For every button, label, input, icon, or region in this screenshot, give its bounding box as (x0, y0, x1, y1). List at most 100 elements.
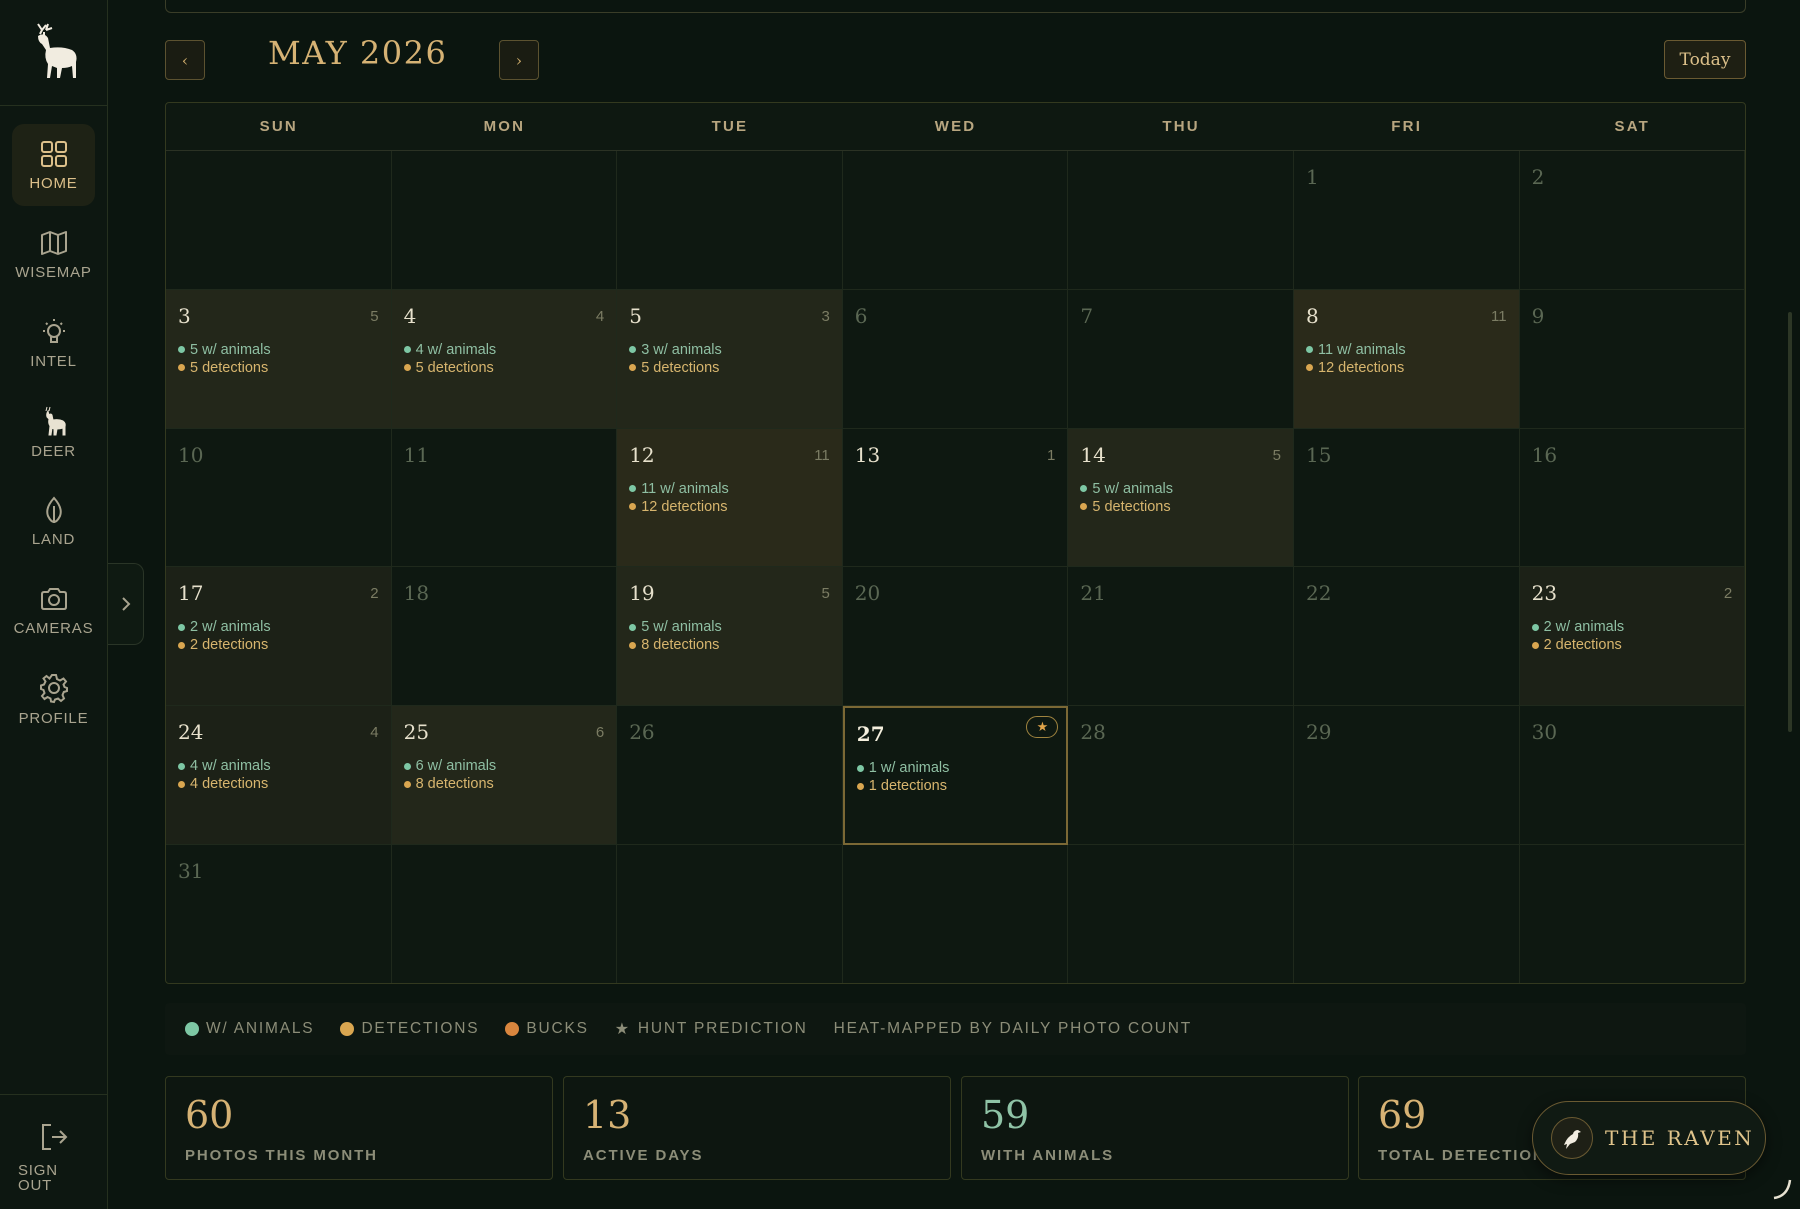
top-panel-edge (165, 0, 1746, 13)
animals-dot-icon (178, 762, 185, 770)
calendar-day-19[interactable]: 19 5 5 w/ animals 8 detections (617, 567, 843, 707)
sidebar-item-wisemap[interactable]: WISEMAP (12, 213, 95, 295)
detections-dot-icon (403, 780, 411, 788)
calendar-day-empty (1068, 845, 1294, 983)
calendar-day-7[interactable]: 7 (1068, 289, 1294, 429)
detections-dot-icon (629, 503, 637, 511)
photo-count: 6 (595, 724, 605, 742)
calendar-day-1[interactable]: 1 (1294, 151, 1520, 290)
day-number: 24 (178, 720, 204, 745)
animals-stat-text: 5 w/ animals (190, 341, 271, 358)
calendar-day-10[interactable]: 10 (166, 428, 392, 568)
sign-out-icon (42, 1124, 68, 1150)
day-number: 11 (403, 442, 430, 467)
animals-stat-text: 5 w/ animals (1092, 480, 1173, 497)
calendar-day-15[interactable]: 15 (1294, 428, 1520, 568)
stat-label: PHOTOS THIS MONTH (185, 1147, 378, 1164)
animals-stat: 11 w/ animals (629, 481, 729, 497)
calendar-day-24[interactable]: 24 4 4 w/ animals 4 detections (166, 706, 392, 845)
calendar-day-12[interactable]: 12 11 11 w/ animals 12 detections (617, 428, 843, 568)
detections-stat-text: 12 detections (641, 498, 728, 515)
calendar-day-11[interactable]: 11 (391, 428, 618, 568)
animals-stat-text: 4 w/ animals (415, 341, 497, 358)
day-number: 10 (178, 442, 204, 467)
day-number: 31 (178, 859, 204, 883)
day-number: 30 (1531, 720, 1558, 745)
stat-value: 13 (583, 1093, 632, 1137)
scrollbar[interactable] (1788, 312, 1792, 732)
deer-logo[interactable] (0, 0, 108, 106)
weekday-header: SUN MON TUE WED THU FRI SAT (166, 103, 1745, 151)
calendar-day-2[interactable]: 2 (1519, 151, 1745, 290)
weekday-label: WED (934, 118, 977, 135)
calendar-day-31[interactable]: 31 (166, 845, 392, 983)
calendar-day-30[interactable]: 30 (1519, 706, 1745, 845)
sign-out-label: SIGN OUT (18, 1162, 58, 1194)
animals-stat-text: 11 w/ animals (1318, 341, 1406, 358)
calendar-day-28[interactable]: 28 (1068, 706, 1294, 845)
calendar-day-20[interactable]: 20 (842, 567, 1069, 707)
animals-dot-icon (629, 623, 637, 631)
day-number: 14 (1080, 442, 1106, 467)
calendar-day-21[interactable]: 21 (1068, 567, 1294, 707)
calendar-day-8[interactable]: 8 11 11 w/ animals 12 detections (1294, 289, 1520, 429)
prev-month-button[interactable]: ‹ (165, 40, 205, 80)
calendar-day-3[interactable]: 3 5 5 w/ animals 5 detections (166, 289, 392, 429)
sidebar-item-intel[interactable]: INTEL (12, 302, 95, 384)
sidebar-item-land[interactable]: LAND (12, 480, 95, 562)
day-number: 21 (1080, 581, 1106, 606)
photo-count: 5 (370, 307, 379, 325)
detections-stat: 5 detections (629, 360, 719, 376)
sidebar-expand-toggle[interactable] (108, 563, 144, 645)
today-button[interactable]: Today (1664, 40, 1746, 79)
animals-stat: 1 w/ animals (856, 760, 949, 776)
calendar-day-29[interactable]: 29 (1294, 706, 1520, 845)
calendar-day-18[interactable]: 18 (391, 567, 618, 707)
calendar-day-empty (391, 845, 618, 983)
calendar-day-4[interactable]: 4 4 4 w/ animals 5 detections (391, 289, 618, 429)
animals-stat: 4 w/ animals (403, 341, 497, 358)
calendar-day-6[interactable]: 6 (842, 289, 1069, 429)
sidebar-item-cameras[interactable]: CAMERAS (12, 569, 95, 651)
day-number: 19 (629, 581, 655, 606)
sidebar-item-label: HOME (29, 174, 78, 192)
animals-dot-icon (629, 346, 637, 354)
calendar-day-26[interactable]: 26 (617, 706, 843, 845)
legend-hunt: ★ HUNT PREDICTION (615, 1019, 808, 1039)
day-number: 20 (854, 581, 881, 606)
animals-dot-icon (856, 764, 864, 772)
hunt-prediction-star-icon[interactable]: ★ (1026, 716, 1059, 739)
sidebar-item-home[interactable]: HOME (12, 124, 95, 206)
calendar-day-16[interactable]: 16 (1519, 428, 1745, 568)
stat-card-active-days: 13 ACTIVE DAYS (563, 1076, 951, 1180)
next-month-button[interactable]: › (499, 40, 539, 80)
sidebar-item-deer[interactable]: DEER (12, 391, 95, 473)
animals-stat: 6 w/ animals (403, 758, 496, 774)
calendar-day-25[interactable]: 25 6 6 w/ animals 8 detections (391, 706, 618, 845)
calendar-day-5[interactable]: 5 3 3 w/ animals 5 detections (617, 289, 843, 429)
animals-stat: 11 w/ animals (1306, 342, 1406, 358)
animals-dot-icon (403, 762, 411, 770)
detections-stat: 8 detections (403, 776, 494, 792)
animals-stat: 3 w/ animals (629, 342, 722, 358)
calendar-day-17[interactable]: 17 2 2 w/ animals 2 detections (166, 567, 392, 707)
weekday-label: TUE (711, 118, 749, 135)
detections-stat-text: 2 detections (1543, 637, 1622, 654)
camera-icon (40, 587, 67, 610)
calendar-day-22[interactable]: 22 (1294, 567, 1520, 707)
calendar-day-14[interactable]: 14 5 5 w/ animals 5 detections (1068, 428, 1294, 568)
day-number: 7 (1080, 303, 1094, 328)
animals-stat: 2 w/ animals (178, 619, 271, 635)
calendar-day-13[interactable]: 13 1 (842, 428, 1069, 568)
sign-out-button[interactable]: SIGN OUT (0, 1094, 108, 1209)
detections-stat: 5 detections (178, 360, 268, 376)
calendar-day-23[interactable]: 23 2 2 w/ animals 2 detections (1519, 567, 1745, 707)
day-number: 18 (403, 581, 430, 606)
calendar-day-empty (617, 845, 843, 983)
detections-stat-text: 1 detections (868, 778, 947, 795)
calendar-day-27[interactable]: 27 ★ 1 w/ animals 1 detections (842, 706, 1069, 845)
raven-assistant-button[interactable]: THE RAVEN (1532, 1101, 1766, 1175)
day-number: 8 (1306, 303, 1319, 328)
calendar-day-9[interactable]: 9 (1519, 289, 1745, 429)
sidebar-item-profile[interactable]: PROFILE (12, 658, 95, 740)
